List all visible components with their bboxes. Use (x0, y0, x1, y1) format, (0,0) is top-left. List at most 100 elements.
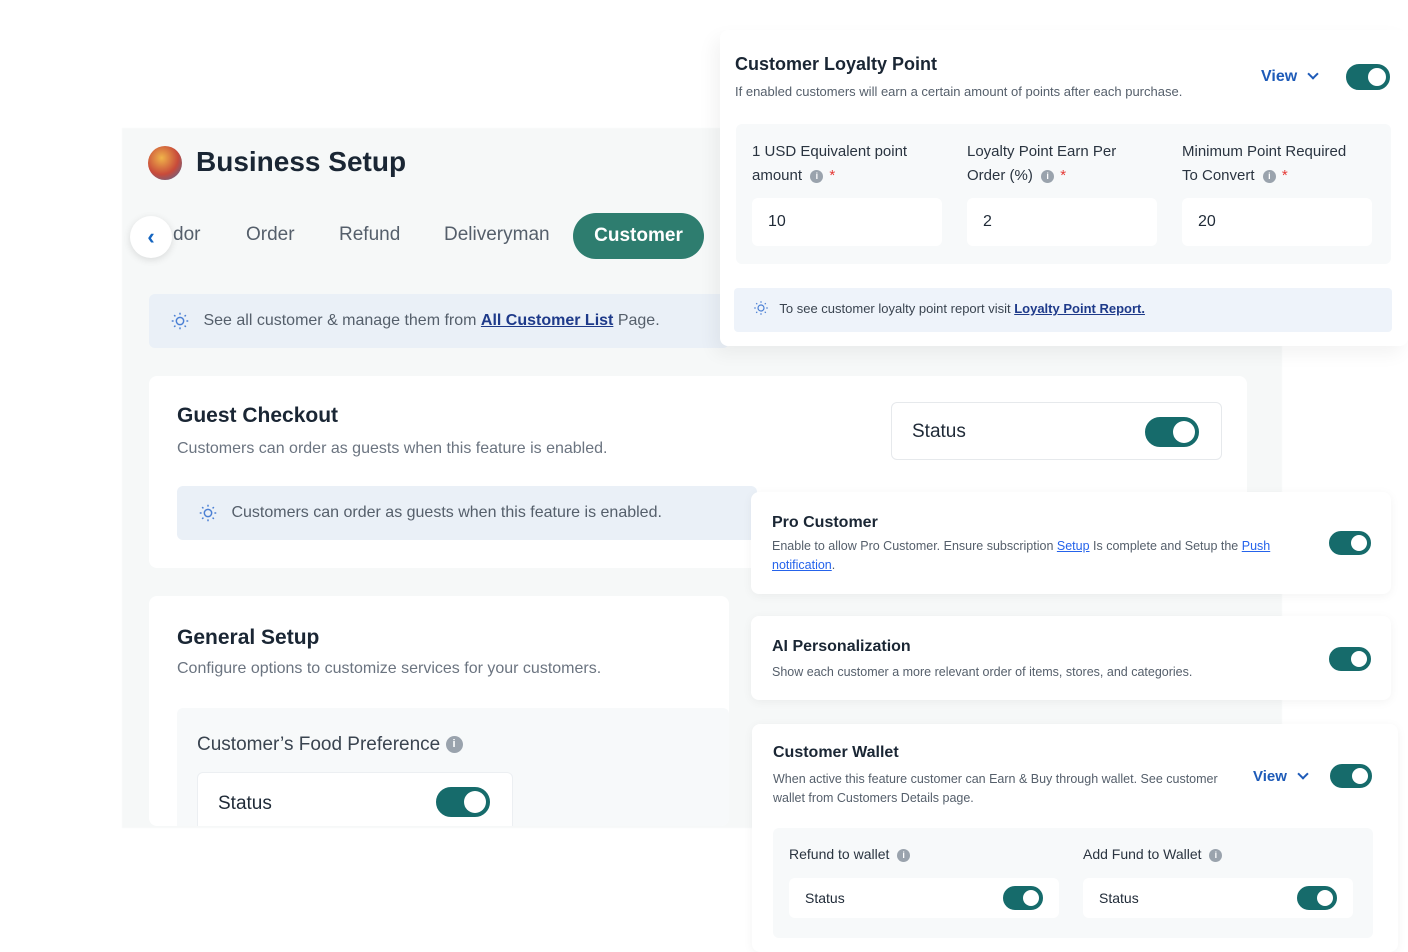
food-preference-label: Customer’s Food Preference (197, 734, 441, 755)
loyalty-point-card: Customer Loyalty Point If enabled custom… (720, 30, 1408, 346)
pro-desc-end: . (831, 558, 836, 572)
wallet-toggle[interactable] (1330, 764, 1372, 788)
earn-per-order-input[interactable]: 2 (967, 198, 1157, 246)
ai-personalization-description: Show each customer a more relevant order… (772, 665, 1193, 679)
loyalty-description: If enabled customers will earn a certain… (735, 84, 1183, 99)
field-label-line2: amount (752, 167, 803, 184)
page-title: Business Setup (196, 146, 407, 177)
wallet-view-dropdown[interactable]: View (1253, 768, 1309, 785)
wallet-description: When active this feature customer can Ea… (773, 772, 1218, 805)
food-preference-toggle[interactable] (436, 787, 490, 817)
guest-checkout-status: Status (891, 402, 1222, 460)
field-label: Loyalty Point Earn Per Order (%) i * (967, 140, 1162, 188)
loyalty-fields: 1 USD Equivalent point amount i * 10 Loyal… (736, 124, 1391, 264)
refund-label: Refund to wallet i (789, 846, 911, 862)
field-label: 1 USD Equivalent point amount i * (752, 140, 947, 188)
ai-personalization-toggle[interactable] (1329, 647, 1371, 671)
general-setup-title: General Setup (177, 626, 320, 649)
required-icon: * (1060, 167, 1067, 184)
field-label-line2: Order (%) (967, 167, 1033, 184)
loyalty-view-dropdown[interactable]: View (1261, 68, 1319, 86)
refund-to-wallet: Refund to wallet i Status (789, 846, 1059, 918)
loyalty-toggle[interactable] (1346, 64, 1390, 90)
tab-refund[interactable]: Refund (339, 224, 400, 246)
earn-per-order-field: Loyalty Point Earn Per Order (%) i * 2 (967, 140, 1162, 246)
add-fund-status: Status (1083, 878, 1353, 918)
info-icon[interactable]: i (897, 848, 911, 862)
status-label: Status (1099, 890, 1139, 906)
pro-desc-part2: Is complete and Setup the (1089, 539, 1242, 553)
info-icon[interactable]: i (1209, 848, 1223, 862)
general-setup-card: General Setup Configure options to custo… (149, 596, 729, 826)
min-point-input[interactable]: 20 (1182, 198, 1372, 246)
guest-note-text: Customers can order as guests when this … (231, 504, 662, 522)
lightbulb-icon (754, 301, 768, 315)
usd-point-input[interactable]: 10 (752, 198, 942, 246)
food-preference-title: Customer’s Food Preference i (197, 734, 463, 756)
tab-customer[interactable]: Customer (573, 213, 704, 259)
info-icon[interactable]: i (810, 169, 824, 183)
pro-customer-title: Pro Customer (772, 514, 878, 531)
general-setup-description: Configure options to customize services … (177, 660, 602, 677)
required-icon: * (1281, 167, 1288, 184)
ai-personalization-card: AI Personalization Show each customer a … (751, 616, 1391, 700)
refund-to-wallet-toggle[interactable] (1003, 886, 1043, 910)
usd-point-field: 1 USD Equivalent point amount i * 10 (752, 140, 947, 246)
add-fund-label-text: Add Fund to Wallet (1083, 846, 1202, 862)
tab-deliveryman[interactable]: Deliveryman (444, 224, 550, 246)
customer-wallet-card: Customer Wallet When active this feature… (752, 724, 1398, 952)
lightbulb-icon (199, 504, 217, 522)
wallet-title: Customer Wallet (773, 744, 899, 761)
pro-customer-description: Enable to allow Pro Customer. Ensure sub… (772, 537, 1292, 575)
pro-customer-card: Pro Customer Enable to allow Pro Custome… (751, 492, 1391, 594)
field-label-line2: To Convert (1182, 167, 1255, 184)
info-icon[interactable]: i (1262, 169, 1276, 183)
all-customer-list-link[interactable]: All Customer List (481, 312, 613, 329)
food-preference-section: Customer’s Food Preference i Status (177, 708, 729, 826)
view-label: View (1261, 68, 1298, 85)
notification-link[interactable]: notification (772, 558, 832, 572)
loyalty-title: Customer Loyalty Point (735, 54, 938, 74)
add-fund-label: Add Fund to Wallet i (1083, 846, 1223, 862)
info-icon[interactable]: i (1041, 169, 1055, 183)
note-text: See all customer & manage them from (203, 312, 481, 330)
note-text-suffix: Page. (613, 312, 660, 330)
food-preference-status: Status (197, 772, 513, 826)
status-label: Status (805, 890, 845, 906)
pro-customer-toggle[interactable] (1329, 531, 1371, 555)
ai-personalization-title: AI Personalization (772, 638, 911, 655)
required-icon: * (829, 167, 836, 184)
loyalty-report-link[interactable]: Loyalty Point Report. (1014, 301, 1145, 316)
status-label: Status (912, 421, 966, 442)
guest-checkout-description: Customers can order as guests when this … (177, 440, 608, 457)
pro-desc-part1: Enable to allow Pro Customer. Ensure sub… (772, 539, 1057, 553)
business-logo (148, 146, 182, 180)
add-fund-toggle[interactable] (1297, 886, 1337, 910)
refund-status: Status (789, 878, 1059, 918)
refund-label-text: Refund to wallet (789, 846, 890, 862)
setup-link[interactable]: Setup (1057, 539, 1090, 553)
status-label: Status (218, 793, 272, 814)
guest-checkout-note: Customers can order as guests when this … (177, 486, 757, 540)
min-point-field: Minimum Point Required To Convert i * 20 (1182, 140, 1377, 246)
add-fund-to-wallet: Add Fund to Wallet i Status (1083, 846, 1353, 918)
wallet-options: Refund to wallet i Status Add Fund to Wa… (773, 828, 1373, 938)
field-label-line1: Minimum Point Required (1182, 143, 1347, 160)
field-label-line1: Loyalty Point Earn Per (967, 143, 1117, 160)
guest-checkout-title: Guest Checkout (177, 404, 339, 427)
push-link[interactable]: Push (1242, 539, 1271, 553)
guest-checkout-toggle[interactable] (1145, 417, 1199, 447)
loyalty-note-text: To see customer loyalty point report vis… (779, 301, 1015, 316)
tabs-scroll-left-button[interactable]: ‹ (130, 216, 172, 258)
lightbulb-icon (171, 312, 189, 330)
field-label: Minimum Point Required To Convert i * (1182, 140, 1377, 188)
customer-list-note: See all customer & manage them from All … (149, 294, 729, 348)
chevron-down-icon (1307, 68, 1319, 80)
tab-order[interactable]: Order (246, 224, 295, 246)
info-icon[interactable]: i (445, 736, 463, 754)
field-label-line1: 1 USD Equivalent point (752, 143, 908, 160)
loyalty-report-note: To see customer loyalty point report vis… (734, 288, 1392, 332)
chevron-down-icon (1297, 768, 1309, 780)
tab-vendor[interactable]: dor (173, 224, 200, 246)
view-label: View (1253, 768, 1287, 785)
